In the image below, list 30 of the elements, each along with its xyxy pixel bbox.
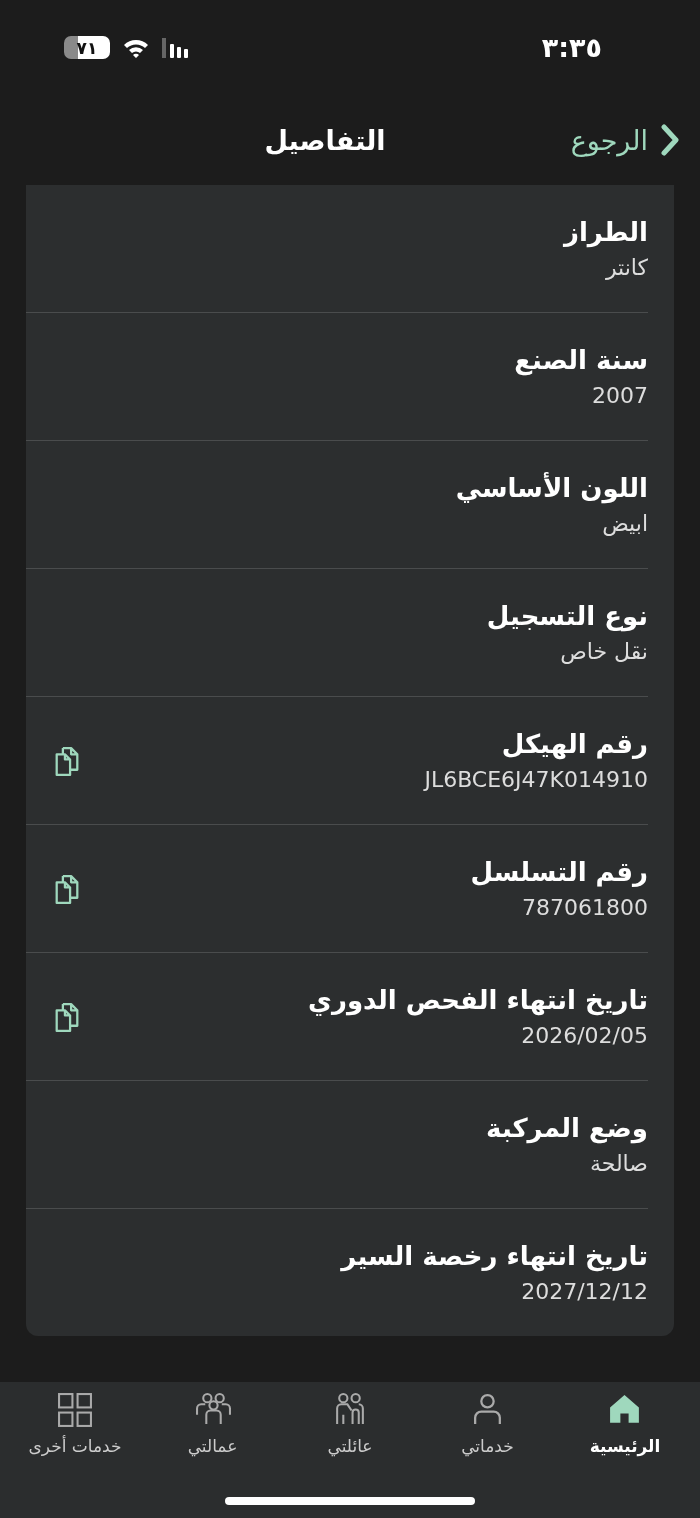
- field-label: اللون الأساسي: [455, 473, 648, 503]
- grid-icon: [57, 1392, 93, 1428]
- field-label: نوع التسجيل: [486, 601, 648, 631]
- clock-time: ٣:٣٥: [541, 32, 602, 63]
- field-value: 2027/12/12: [520, 1279, 648, 1304]
- tab-item[interactable]: خدمات أخرى: [10, 1392, 140, 1456]
- field-label: الطراز: [563, 217, 648, 247]
- field-value: صالحة: [588, 1151, 648, 1176]
- field-value: 787061800: [521, 895, 648, 920]
- field-label: وضع المركبة: [486, 1113, 648, 1143]
- field-label: سنة الصنع: [514, 345, 648, 375]
- field-value: كانتر: [604, 255, 648, 280]
- field-label: تاريخ انتهاء رخصة السير: [341, 1241, 648, 1271]
- tab-item[interactable]: خدماتي: [422, 1392, 553, 1456]
- page-title: التفاصيل: [264, 124, 386, 156]
- field-value: نقل خاص: [559, 639, 648, 664]
- back-button[interactable]: الرجوع: [570, 124, 680, 156]
- field-label: تاريخ انتهاء الفحص الدوري: [308, 985, 648, 1015]
- field-value: 2026/02/05: [520, 1023, 648, 1048]
- field-value: JL6BCE6J47K014910: [424, 767, 648, 792]
- field-label: رقم التسلسل: [470, 857, 648, 887]
- battery-icon: ٧١: [64, 36, 110, 59]
- tab-item[interactable]: عمالتي: [147, 1392, 278, 1456]
- field-value: ابيض: [601, 511, 648, 536]
- chevron-icon: [660, 124, 680, 156]
- tab-item[interactable]: الرئيسية: [560, 1392, 690, 1456]
- tab-item[interactable]: عائلتي: [285, 1392, 415, 1456]
- field-value: 2007: [591, 383, 648, 408]
- signal-icon: [162, 37, 188, 58]
- field-label: رقم الهيكل: [500, 729, 648, 759]
